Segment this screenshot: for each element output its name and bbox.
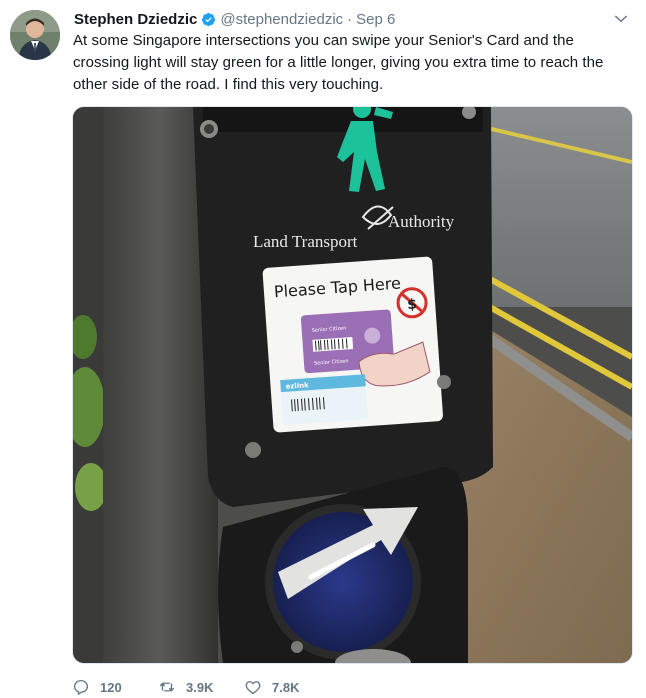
- reply-icon: [73, 679, 89, 695]
- tweet-actions: 120 3.9K 7.8K: [72, 676, 330, 698]
- retweet-count: 3.9K: [186, 679, 214, 695]
- verified-badge-icon: [202, 12, 216, 26]
- like-button[interactable]: 7.8K: [244, 678, 330, 696]
- reply-button[interactable]: 120: [72, 678, 158, 696]
- retweet-button[interactable]: 3.9K: [158, 678, 244, 696]
- avatar[interactable]: [10, 10, 60, 60]
- tweet: Stephen Dziedzic @stephendziedzic · Sep …: [0, 0, 646, 698]
- reply-count: 120: [100, 679, 122, 695]
- ezlink-label: ezlink: [285, 381, 309, 391]
- caret-down-icon[interactable]: [612, 10, 630, 28]
- author-name[interactable]: Stephen Dziedzic: [74, 11, 197, 28]
- tweet-date[interactable]: Sep 6: [356, 11, 395, 28]
- separator-dot: ·: [347, 10, 353, 28]
- like-count: 7.8K: [272, 679, 300, 695]
- authority-left-text: Land Transport: [253, 232, 358, 251]
- retweet-icon: [159, 682, 175, 692]
- author-handle[interactable]: @stephendziedzic: [220, 11, 343, 28]
- tweet-photo[interactable]: Land Transport Authority Please Tap Here…: [72, 106, 633, 664]
- tweet-header: Stephen Dziedzic @stephendziedzic · Sep …: [74, 8, 606, 30]
- tweet-text: At some Singapore intersections you can …: [73, 32, 604, 93]
- svg-text:$: $: [407, 296, 418, 313]
- like-icon: [245, 681, 261, 695]
- authority-right-text: Authority: [388, 212, 455, 231]
